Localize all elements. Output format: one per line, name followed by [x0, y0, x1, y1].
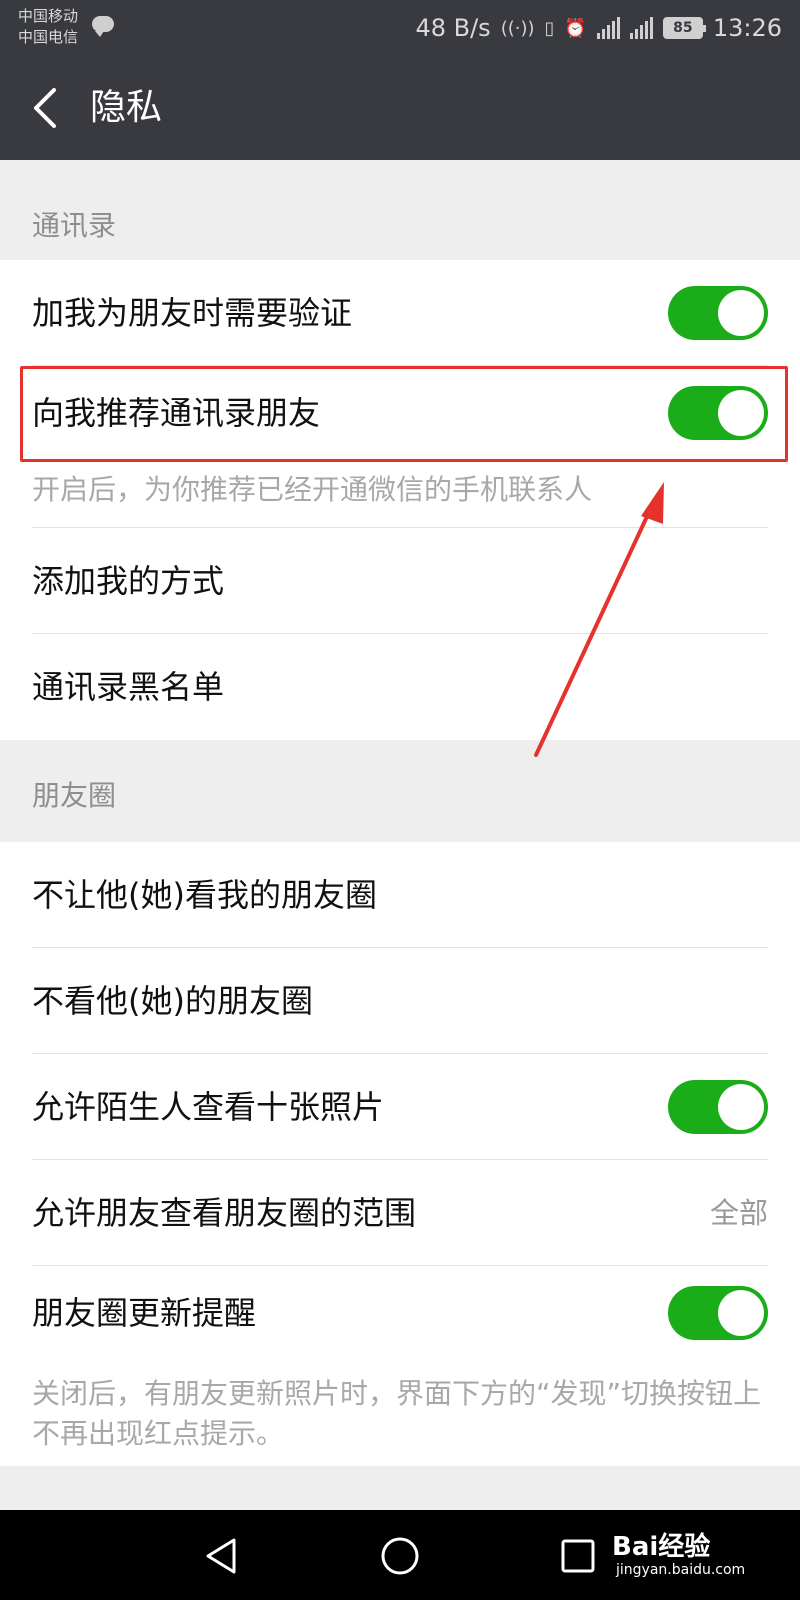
top-bar: 隐私: [0, 56, 800, 160]
carrier-2: 中国电信: [18, 28, 79, 46]
signal-2g-icon: [596, 17, 620, 39]
annotation-highlight-box: [20, 366, 788, 462]
toggle-knob: [718, 1084, 764, 1130]
row-label: 朋友圈更新提醒: [32, 1294, 257, 1332]
toggle-knob: [718, 290, 764, 336]
home-circle-icon: [381, 1537, 419, 1575]
row-label: 通讯录黑名单: [32, 668, 225, 706]
section-title-moments: 朋友圈: [32, 779, 117, 812]
moments-range-value: 全部: [709, 1196, 768, 1230]
battery-icon: 85: [662, 17, 706, 39]
toggle-knob: [718, 1290, 764, 1336]
carrier-1: 中国移动: [18, 7, 79, 25]
row-label: 加我为朋友时需要验证: [32, 294, 353, 332]
toggle-moments-update-reminder[interactable]: [668, 1286, 768, 1340]
row-strangers-ten-photos[interactable]: 允许陌生人查看十张照片: [0, 1054, 800, 1160]
row-hide-their-moments[interactable]: 不看他(她)的朋友圈: [0, 948, 800, 1054]
watermark-logo: Bai经验: [612, 1532, 711, 1562]
row-label: 不看他(她)的朋友圈: [32, 982, 313, 1020]
row-hide-my-moments[interactable]: 不让他(她)看我的朋友圈: [0, 842, 800, 948]
baidu-jingyan-watermark: Bai经验 jingyan.baidu.com: [612, 1526, 792, 1586]
vibrate-icon: ▯: [544, 17, 555, 39]
toggle-strangers-ten-photos[interactable]: [668, 1080, 768, 1134]
net-speed: 48 B/s: [415, 14, 491, 42]
system-nav-bar: Bai经验 jingyan.baidu.com: [0, 1510, 800, 1600]
row-label: 允许陌生人查看十张照片: [32, 1088, 385, 1126]
nav-recents-button[interactable]: [554, 1532, 602, 1580]
chevron-left-icon: [34, 88, 56, 128]
back-triangle-icon: [206, 1538, 236, 1574]
row-label: 添加我的方式: [32, 562, 225, 600]
hotspot-icon: ((·)): [500, 17, 535, 39]
wechat-notification-icon: [92, 16, 114, 37]
carrier-info: 中国移动 中国电信: [18, 6, 114, 48]
row-label: 不让他(她)看我的朋友圈: [32, 876, 377, 914]
clock: 13:26: [712, 14, 782, 42]
recents-square-icon: [561, 1539, 595, 1573]
signal-4g-icon: [629, 17, 653, 39]
privacy-settings-screen: 中国移动 中国电信 48 B/s ((·)) ▯ ⏰ 85 13:26 隐私 通…: [0, 0, 800, 1600]
recommend-hint: 开启后，为你推荐已经开通微信的手机联系人: [32, 473, 593, 506]
watermark-url: jingyan.baidu.com: [616, 1562, 746, 1578]
row-require-verification[interactable]: 加我为朋友时需要验证: [0, 260, 800, 366]
row-moments-range[interactable]: 允许朋友查看朋友圈的范围 全部: [0, 1160, 800, 1266]
back-button[interactable]: [26, 84, 66, 132]
toggle-require-verification[interactable]: [668, 286, 768, 340]
moments-group: 不让他(她)看我的朋友圈 不看他(她)的朋友圈 允许陌生人查看十张照片 允许朋友…: [0, 842, 800, 1466]
row-moments-update-reminder[interactable]: 朋友圈更新提醒: [0, 1266, 800, 1362]
update-reminder-hint: 关闭后，有朋友更新照片时，界面下方的“发现”切换按钮上不再出现红点提示。: [32, 1377, 762, 1450]
section-title-contacts: 通讯录: [32, 209, 117, 242]
row-contacts-blacklist[interactable]: 通讯录黑名单: [0, 634, 800, 740]
page-title: 隐私: [90, 87, 163, 128]
row-label: 允许朋友查看朋友圈的范围: [32, 1194, 417, 1232]
nav-back-button[interactable]: [198, 1532, 246, 1580]
row-add-methods[interactable]: 添加我的方式: [0, 528, 800, 634]
nav-home-button[interactable]: [376, 1532, 424, 1580]
alarm-icon: ⏰: [564, 17, 587, 39]
contacts-group: 加我为朋友时需要验证 向我推荐通讯录朋友 开启后，为你推荐已经开通微信的手机联系…: [0, 260, 800, 740]
status-bar: 中国移动 中国电信 48 B/s ((·)) ▯ ⏰ 85 13:26: [0, 0, 800, 56]
status-indicators: 48 B/s ((·)) ▯ ⏰ 85 13:26: [415, 10, 782, 46]
